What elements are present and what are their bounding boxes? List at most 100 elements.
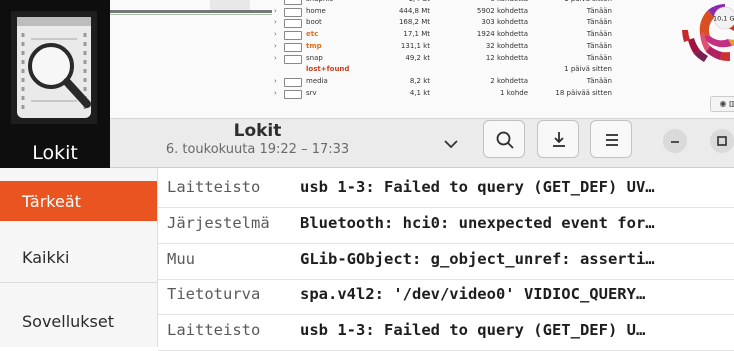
folder-icon — [284, 0, 302, 5]
folder-modified: 18 päivää sitten — [555, 88, 612, 97]
ring-chart-icon[interactable]: ◉ — [719, 99, 726, 108]
folder-row[interactable]: snaphic 1,4 Gt6 kohdetta 1 päivä sitten — [270, 0, 615, 5]
expand-arrow-icon[interactable]: › — [274, 6, 277, 17]
folder-modified: Tänään — [586, 76, 612, 85]
folder-name: home — [306, 6, 326, 15]
date-range-subtitle[interactable]: 6. toukokuuta 19:22 – 17:33 — [110, 142, 405, 157]
folder-row[interactable]: › etc 17,1 Mt 1924 kohdetta Tänään — [270, 29, 615, 41]
folder-icon — [284, 54, 302, 64]
expand-arrow-icon[interactable]: › — [274, 41, 277, 52]
folder-modified: Tänään — [586, 18, 612, 27]
sidebar-item-label: Tärkeät — [22, 192, 81, 211]
log-entry-row[interactable]: Laitteisto usb 1-3: Failed to query (GET_… — [158, 312, 734, 351]
folder-size: 17,1 Mt — [403, 30, 430, 39]
folder-row[interactable]: › media 8,2 kt 2 kohdetta Tänään — [270, 76, 615, 87]
folder-item-count: 32 kohdetta — [485, 41, 528, 50]
dock-app-label: Lokit — [32, 142, 78, 164]
folder-name: srv — [306, 88, 317, 97]
expand-arrow-icon[interactable]: › — [274, 17, 277, 28]
log-message: usb 1-3: Failed to query (GET_DEF) UV… — [300, 178, 655, 196]
log-list: Laitteisto usb 1-3: Failed to query (GET_… — [158, 168, 734, 351]
log-category: Laitteisto — [167, 178, 261, 196]
folder-modified: Tänään — [586, 41, 612, 50]
folder-modified: Tänään — [586, 30, 612, 39]
folder-size: 4,1 kt — [409, 88, 430, 97]
expand-arrow-icon[interactable]: › — [274, 76, 277, 87]
folder-icon — [284, 42, 302, 52]
folder-name: tmp — [306, 41, 322, 50]
folder-row[interactable]: lost+found 1 päivä sitten — [270, 64, 615, 75]
folder-name: media — [306, 76, 328, 85]
log-category: Muu — [167, 249, 195, 268]
folder-icon — [284, 77, 302, 87]
folder-item-count: 6 kohdetta — [432, 0, 528, 5]
folder-icon — [284, 89, 302, 99]
log-message: usb 1-3: Failed to query (GET_DEF) U… — [300, 321, 646, 340]
log-entry-row[interactable]: Muu GLib-GObject: g_object_unref: asserti… — [158, 241, 734, 280]
folder-item-count: 1 kohde — [500, 88, 528, 97]
background-window: snaphic 1,4 Gt6 kohdetta 1 päivä sitten › ho… — [100, 0, 734, 119]
log-message: Bluetooth: hci0: unexpected event for… — [300, 213, 655, 232]
sidebar-item-label: Sovellukset — [22, 312, 115, 331]
folder-list: snaphic 1,4 Gt6 kohdetta 1 päivä sitten › ho… — [270, 0, 615, 118]
folder-size: 444,8 Mt — [398, 6, 430, 15]
folder-size: 131,1 kt — [400, 41, 430, 50]
sidebar-divider — [0, 282, 157, 283]
dock: Lokit — [0, 0, 110, 181]
window-title: Lokit — [233, 121, 282, 141]
minimize-icon — [671, 141, 679, 143]
folder-name: lost+found — [306, 65, 350, 74]
log-category: Laitteisto — [167, 321, 261, 340]
log-entry-row[interactable]: Tietoturva spa.v4l2: '/dev/video0' VIDIOC… — [158, 276, 734, 316]
folder-item-count: 303 kohdetta — [481, 18, 528, 27]
folder-row[interactable]: › tmp 131,1 kt 32 kohdetta Tänään — [270, 41, 615, 52]
folder-row[interactable]: › snap 49,2 kt 12 kohdetta Tänään — [270, 53, 615, 64]
folder-row[interactable]: › boot 168,2 Mt 303 kohdetta Tänään — [270, 17, 615, 29]
search-button[interactable] — [483, 120, 525, 158]
folder-size: 49,2 kt — [405, 53, 430, 62]
disk-usage-ring-chart: 10,1 Gt — [682, 4, 734, 62]
folder-item-count: 2 kohdetta — [490, 76, 528, 85]
background-sidebar — [210, 0, 250, 10]
background-separator — [100, 10, 272, 13]
expand-arrow-icon[interactable]: › — [274, 53, 277, 64]
sidebar-item-all[interactable]: Kaikki — [0, 246, 157, 286]
folder-icon — [284, 31, 302, 41]
log-category: Tietoturva — [167, 285, 261, 304]
expand-arrow-icon[interactable]: › — [274, 29, 277, 40]
folder-item-count: 5902 kohdetta — [476, 6, 528, 15]
folder-size: 8,2 kt — [409, 76, 430, 85]
log-message: spa.v4l2: '/dev/video0' VIDIOC_QUERY… — [300, 285, 646, 304]
treemap-icon[interactable]: ▥ — [729, 99, 734, 108]
folder-icon — [284, 19, 302, 29]
main-menu-button[interactable] — [590, 120, 632, 158]
folder-size: 168,2 Mt — [398, 18, 430, 27]
log-message: GLib-GObject: g_object_unref: asserti… — [300, 249, 655, 268]
dock-app-lokit[interactable] — [11, 11, 97, 124]
folder-name: etc — [306, 30, 319, 39]
chart-view-toggle[interactable]: ◉ ▥ — [710, 96, 734, 112]
folder-modified: 1 päivä sitten — [564, 65, 612, 74]
folder-name: boot — [306, 18, 322, 27]
log-category: Järjestelmä — [167, 213, 270, 232]
header-bar: Lokit 6. toukokuuta 19:22 – 17:33 — [110, 119, 734, 168]
minimize-button[interactable] — [663, 129, 687, 153]
maximize-button[interactable] — [710, 129, 734, 153]
sidebar-item-important[interactable]: Tärkeät — [0, 181, 157, 221]
log-entry-row[interactable]: Järjestelmä Bluetooth: hci0: unexpected e… — [158, 205, 734, 244]
chevron-down-icon[interactable] — [440, 135, 462, 153]
hamburger-menu-icon — [606, 134, 618, 146]
folder-icon — [284, 7, 302, 17]
sidebar-item-applications[interactable]: Sovellukset — [0, 310, 157, 350]
sidebar-item-label: Kaikki — [22, 248, 70, 267]
maximize-icon — [717, 136, 727, 146]
folder-name: snaphic — [306, 0, 333, 5]
expand-arrow-icon[interactable]: › — [274, 88, 277, 99]
log-entry-row[interactable]: Laitteisto usb 1-3: Failed to query (GET_… — [158, 169, 734, 208]
folder-row[interactable]: › home 444,8 Mt 5902 kohdetta Tänään — [270, 6, 615, 17]
export-button[interactable] — [537, 120, 579, 158]
search-icon — [496, 131, 514, 149]
folder-item-count: 1924 kohdetta — [476, 30, 528, 39]
folder-row[interactable]: › srv 4,1 kt 1 kohde 18 päivää sitten — [270, 88, 615, 99]
folder-modified: Tänään — [586, 53, 612, 62]
